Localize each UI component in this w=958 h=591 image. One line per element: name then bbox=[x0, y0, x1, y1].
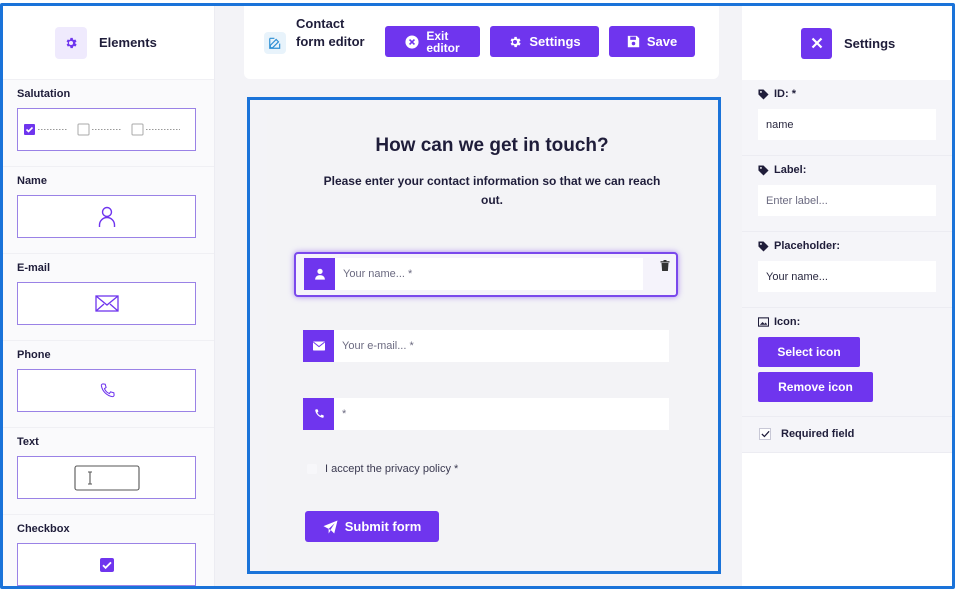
icon-label: Icon: bbox=[774, 316, 801, 328]
label-property: Label: Enter label... bbox=[742, 156, 952, 232]
element-phone[interactable]: Phone bbox=[3, 341, 214, 428]
icon-property: Icon: Select icon Remove icon bbox=[742, 308, 952, 417]
editor-window: Elements Salutation Name E-mail Phone Te… bbox=[0, 3, 955, 589]
phone-icon bbox=[303, 398, 334, 430]
checkmark-icon bbox=[760, 430, 770, 438]
submit-form-label: Submit form bbox=[344, 519, 422, 534]
paper-plane-icon bbox=[323, 519, 338, 534]
element-label: E-mail bbox=[17, 262, 51, 274]
id-label: ID: * bbox=[774, 88, 796, 100]
close-icon bbox=[811, 37, 822, 49]
close-settings-button[interactable] bbox=[801, 27, 832, 59]
checkbox-icon[interactable] bbox=[17, 543, 196, 586]
label-label: Label: bbox=[774, 164, 807, 176]
exit-editor-label-line2: editor bbox=[426, 40, 460, 55]
email-input[interactable]: Your e-mail... * bbox=[334, 330, 669, 362]
edit-form-icon bbox=[264, 32, 286, 54]
salutation-checkboxes-icon[interactable] bbox=[17, 108, 196, 151]
email-field[interactable]: Your e-mail... * bbox=[303, 330, 669, 362]
envelope-icon[interactable] bbox=[17, 282, 196, 325]
editor-toolbar: Contact form editor Exit editor Settings… bbox=[244, 6, 719, 79]
required-property: Required field bbox=[742, 417, 952, 453]
save-button-label: Save bbox=[646, 34, 678, 49]
placeholder-property: Placeholder: Your name... bbox=[742, 232, 952, 308]
element-label: Name bbox=[17, 175, 47, 187]
close-circle-icon bbox=[405, 34, 419, 49]
element-label: Phone bbox=[17, 349, 51, 361]
settings-button[interactable]: Settings bbox=[490, 26, 599, 57]
remove-icon-button[interactable]: Remove icon bbox=[758, 372, 873, 402]
name-field[interactable]: Your name... * bbox=[304, 258, 643, 290]
element-label: Text bbox=[17, 436, 39, 448]
image-icon bbox=[758, 317, 769, 327]
text-input-icon[interactable] bbox=[17, 456, 196, 499]
submit-form-button[interactable]: Submit form bbox=[305, 511, 439, 542]
privacy-checkbox-row[interactable]: I accept the privacy policy * bbox=[307, 463, 458, 475]
mail-icon bbox=[303, 330, 334, 362]
element-label: Salutation bbox=[17, 88, 71, 100]
id-input[interactable]: name bbox=[758, 109, 936, 140]
privacy-label: I accept the privacy policy * bbox=[325, 463, 459, 475]
placeholder-input[interactable]: Your name... bbox=[758, 261, 936, 292]
floppy-disk-icon bbox=[627, 35, 639, 48]
tag-icon bbox=[758, 164, 769, 176]
element-name[interactable]: Name bbox=[3, 167, 214, 254]
required-field-label: Required field bbox=[781, 428, 855, 440]
exit-editor-label-line1: Exit bbox=[426, 28, 449, 43]
form-subtitle: Please enter your contact information so… bbox=[323, 174, 661, 207]
phone-field[interactable]: * bbox=[303, 398, 669, 430]
tag-icon bbox=[758, 240, 769, 252]
id-property: ID: * name bbox=[742, 80, 952, 156]
contact-form-preview: How can we get in touch? Please enter yo… bbox=[267, 105, 717, 567]
save-button[interactable]: Save bbox=[609, 26, 695, 57]
privacy-checkbox[interactable] bbox=[307, 464, 317, 474]
label-input[interactable]: Enter label... bbox=[758, 185, 936, 216]
element-salutation[interactable]: Salutation bbox=[3, 80, 214, 167]
elements-panel: Elements Salutation Name E-mail Phone Te… bbox=[3, 6, 215, 586]
person-icon[interactable] bbox=[17, 195, 196, 238]
elements-panel-header: Elements bbox=[3, 6, 214, 80]
form-canvas: How can we get in touch? Please enter yo… bbox=[247, 97, 721, 574]
element-text[interactable]: Text bbox=[3, 428, 214, 515]
settings-panel-header: Settings bbox=[742, 6, 952, 80]
element-label: Checkbox bbox=[17, 523, 70, 535]
settings-button-label: Settings bbox=[529, 34, 581, 49]
required-checkbox[interactable] bbox=[759, 428, 771, 440]
settings-panel: Settings ID: * name Label: Enter label..… bbox=[742, 6, 952, 586]
phone-input[interactable]: * bbox=[334, 398, 669, 430]
page-title: Contact form editor bbox=[296, 16, 365, 49]
trash-icon[interactable] bbox=[660, 258, 670, 276]
placeholder-label: Placeholder: bbox=[774, 240, 841, 252]
settings-panel-title: Settings bbox=[844, 35, 896, 51]
element-checkbox[interactable]: Checkbox bbox=[3, 515, 214, 586]
form-title: How can we get in touch? bbox=[375, 135, 609, 156]
exit-editor-button[interactable]: Exit editor bbox=[385, 26, 480, 57]
gear-icon bbox=[510, 36, 522, 47]
name-input[interactable]: Your name... * bbox=[335, 258, 643, 290]
required-field-toggle[interactable]: Required field bbox=[759, 428, 941, 440]
element-email[interactable]: E-mail bbox=[3, 254, 214, 341]
gear-icon bbox=[55, 26, 87, 59]
user-icon bbox=[304, 258, 335, 290]
elements-panel-title: Elements bbox=[99, 35, 157, 50]
tag-icon bbox=[758, 88, 769, 100]
select-icon-button[interactable]: Select icon bbox=[758, 337, 860, 367]
phone-icon[interactable] bbox=[17, 369, 196, 412]
